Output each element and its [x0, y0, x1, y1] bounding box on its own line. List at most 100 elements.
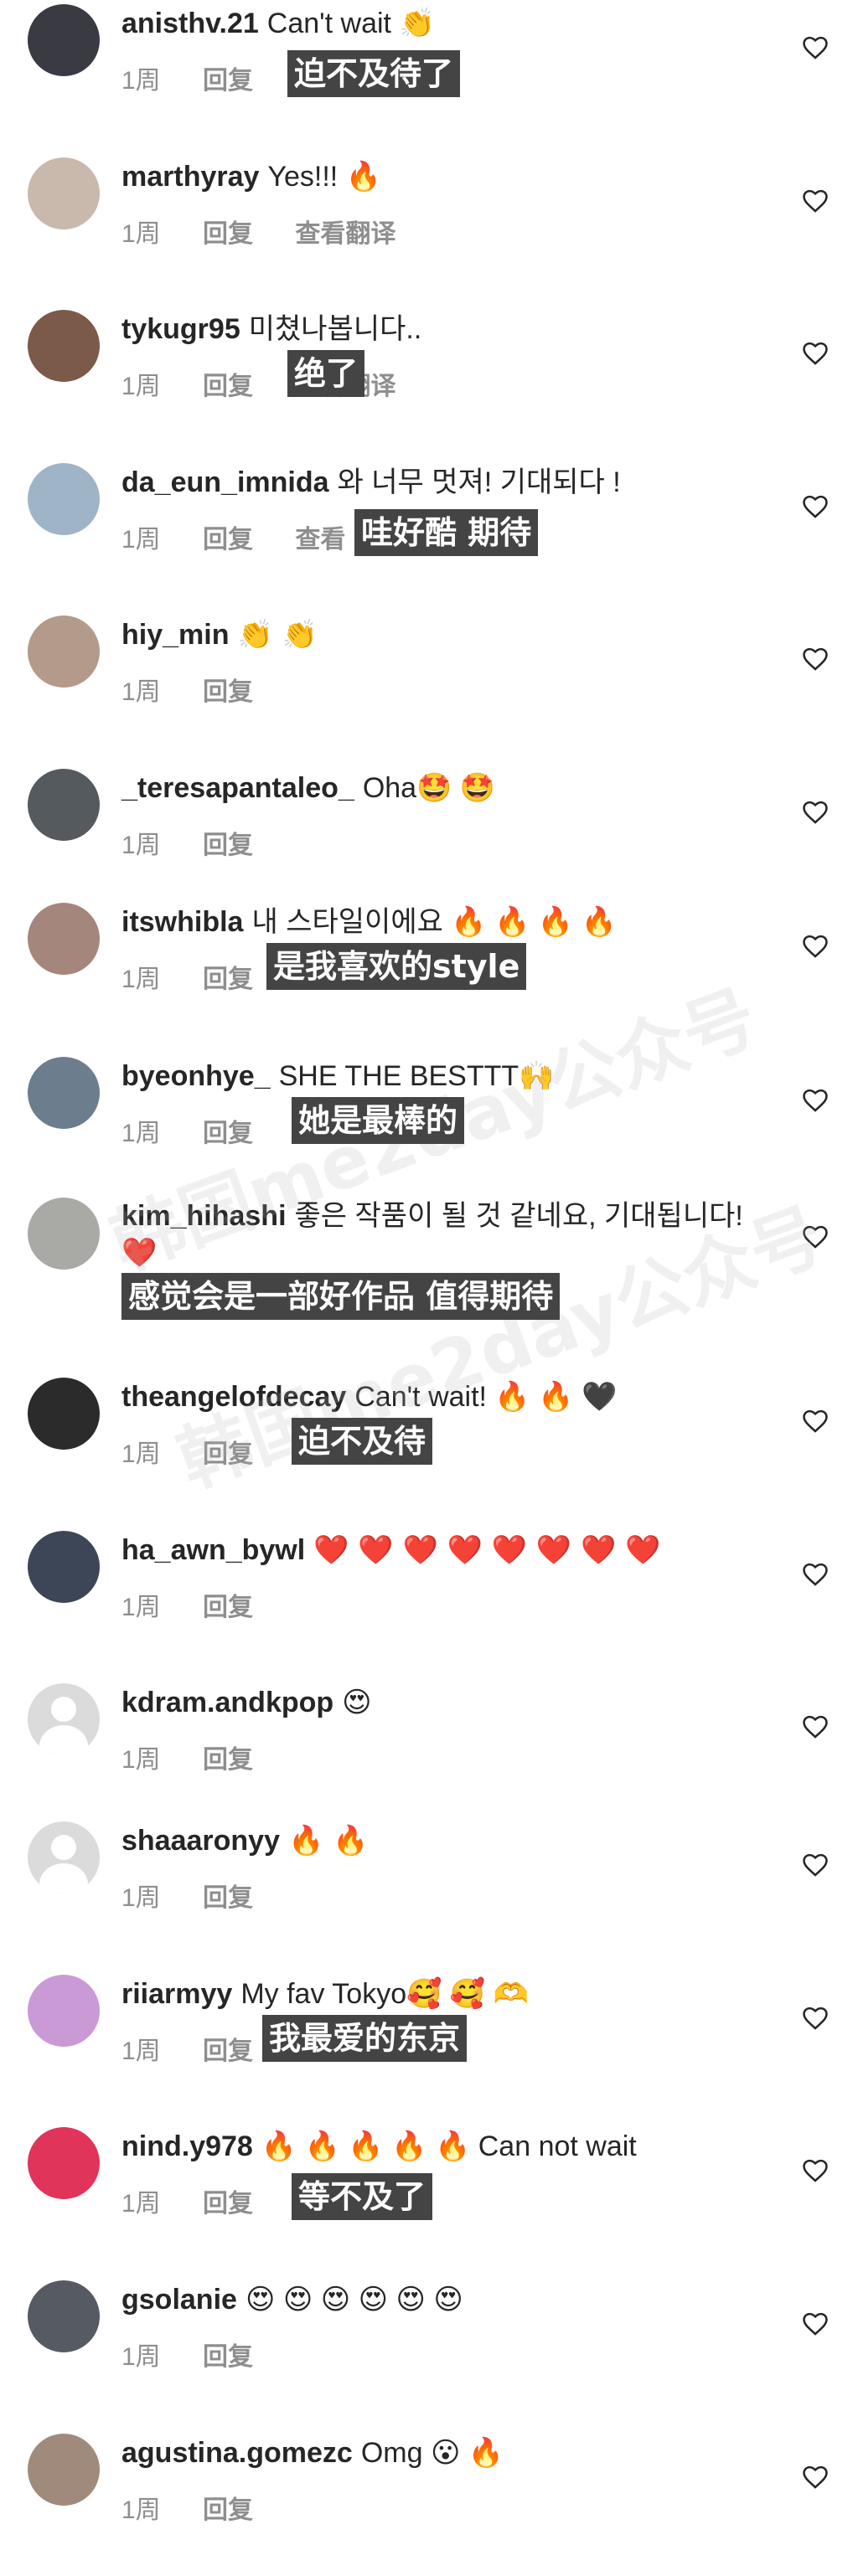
see-translation-link[interactable]: 查看翻译 [295, 213, 395, 250]
timestamp: 1周 [121, 2190, 161, 2218]
comment-item: itswhibla 내 스타일이에요 🔥 🔥 🔥 🔥 1周 回复 是我喜欢的sty… [0, 903, 858, 1045]
reply-button[interactable]: 回复 [203, 1112, 253, 1149]
reply-button[interactable]: 回复 [203, 2182, 253, 2219]
reply-button[interactable]: 回复 [203, 671, 253, 708]
translation-overlay: 等不及了 [292, 2173, 433, 2220]
reply-button[interactable]: 回复 [203, 1739, 253, 1775]
avatar[interactable] [28, 4, 100, 76]
avatar-body-shape [39, 1863, 88, 1893]
username[interactable]: gsolanie [121, 2284, 237, 2316]
username[interactable]: itswhibla [121, 906, 243, 938]
like-heart-icon[interactable] [801, 2310, 830, 2338]
translation-overlay: 绝了 [287, 350, 365, 397]
avatar-placeholder[interactable] [28, 1821, 100, 1893]
comment-meta: 1周 回复 [121, 59, 288, 96]
reply-button[interactable]: 回复 [203, 2489, 253, 2526]
comment-item: ha_awn_bywl ❤️ ❤️ ❤️ ❤️ ❤️ ❤️ ❤️ ❤️ 1周 回复 [0, 1531, 858, 1673]
username[interactable]: tykugr95 [121, 313, 240, 345]
like-heart-icon[interactable] [801, 33, 830, 62]
avatar[interactable] [28, 903, 100, 975]
avatar-head-shape [51, 1697, 76, 1722]
comment-text: theangelofdecay Can't wait! 🔥 🔥 🖤 [121, 1378, 617, 1416]
comment-text: hiy_min 👏 👏 [121, 616, 318, 654]
username[interactable]: marthyray [121, 161, 259, 193]
username[interactable]: agustina.gomezc [121, 2437, 353, 2469]
like-heart-icon[interactable] [801, 2156, 830, 2185]
reply-button[interactable]: 回复 [203, 1877, 253, 1914]
like-heart-icon[interactable] [801, 1560, 830, 1589]
username[interactable]: ha_awn_bywl [121, 1534, 305, 1566]
like-heart-icon[interactable] [801, 1407, 830, 1435]
username[interactable]: nind.y978 [121, 2130, 253, 2162]
reply-button[interactable]: 回复 [203, 2030, 253, 2067]
translation-overlay: 哇好酷 期待 [354, 509, 539, 556]
timestamp: 1周 [121, 67, 161, 95]
like-heart-icon[interactable] [801, 2463, 830, 2491]
timestamp: 1周 [121, 220, 161, 248]
username[interactable]: _teresapantaleo_ [121, 772, 354, 804]
avatar[interactable] [28, 1975, 100, 2047]
like-heart-icon[interactable] [801, 187, 830, 215]
avatar[interactable] [28, 2280, 100, 2352]
reply-button[interactable]: 回复 [203, 2336, 253, 2372]
username[interactable]: anisthv.21 [121, 8, 259, 39]
like-heart-icon[interactable] [801, 2004, 830, 2032]
avatar[interactable] [28, 1198, 100, 1270]
avatar[interactable] [28, 616, 100, 688]
reply-button[interactable]: 回复 [203, 365, 253, 402]
avatar[interactable] [28, 2127, 100, 2199]
translation-overlay: 我最爱的东京 [262, 2015, 468, 2062]
like-heart-icon[interactable] [801, 798, 830, 827]
reply-button[interactable]: 回复 [203, 59, 253, 96]
comment-meta: 1周 回复 查看翻译 [121, 213, 431, 250]
reply-button[interactable]: 回复 [203, 213, 253, 250]
comment-text: gsolanie 😍 😍 😍 😍 😍 😍 [121, 2280, 463, 2319]
reply-button[interactable]: 回复 [203, 1586, 253, 1623]
reply-button[interactable]: 回复 [203, 518, 253, 555]
like-heart-icon[interactable] [801, 492, 830, 521]
username[interactable]: byeonhye_ [121, 1060, 271, 1092]
like-heart-icon[interactable] [801, 1851, 830, 1879]
comment-body: 🔥 🔥 🔥 🔥 🔥 Can not wait [261, 2130, 637, 2162]
comment-item: da_eun_imnida 와 너무 멋져! 기대되다 ! 1周 回复 查看 哇好… [0, 463, 858, 605]
username[interactable]: hiy_min [121, 619, 229, 651]
like-heart-icon[interactable] [801, 1223, 830, 1251]
reply-button[interactable]: 回复 [203, 824, 253, 861]
avatar[interactable] [28, 1057, 100, 1129]
comment-text: kdram.andkpop 😍 [121, 1683, 372, 1722]
timestamp: 1周 [121, 2343, 161, 2371]
avatar[interactable] [28, 1378, 100, 1450]
avatar[interactable] [28, 157, 100, 229]
comment-item: anisthv.21 Can't wait 👏 1周 回复 迫不及待了 [0, 4, 858, 147]
username[interactable]: theangelofdecay [121, 1381, 346, 1413]
comment-body: Can't wait 👏 [266, 8, 435, 39]
avatar[interactable] [28, 463, 100, 535]
comment-text: da_eun_imnida 와 너무 멋져! 기대되다 ! [121, 463, 621, 502]
like-heart-icon[interactable] [801, 932, 830, 961]
like-heart-icon[interactable] [801, 339, 830, 368]
reply-button[interactable]: 回复 [203, 958, 253, 995]
see-translation-link[interactable]: 查看 [295, 518, 345, 555]
username[interactable]: kdram.andkpop [121, 1687, 333, 1718]
avatar[interactable] [28, 769, 100, 841]
like-heart-icon[interactable] [801, 645, 830, 673]
comment-meta: 1周 回复 查看 [121, 518, 380, 555]
avatar-placeholder[interactable] [28, 1683, 100, 1755]
like-heart-icon[interactable] [801, 1713, 830, 1741]
comment-meta: 1周 回复 [121, 671, 288, 708]
comment-body: Oha🤩 🤩 [362, 772, 496, 804]
comment-body: 😍 😍 😍 😍 😍 😍 [245, 2284, 463, 2316]
avatar[interactable] [28, 2434, 100, 2506]
like-heart-icon[interactable] [801, 1086, 830, 1115]
avatar-body-shape [39, 1725, 88, 1755]
comment-item: gsolanie 😍 😍 😍 😍 😍 😍 1周 回复 [0, 2280, 858, 2423]
avatar[interactable] [28, 1531, 100, 1603]
username[interactable]: shaaaronyy [121, 1825, 280, 1857]
username[interactable]: riiarmyy [121, 1978, 232, 2010]
reply-button[interactable]: 回复 [203, 1433, 253, 1470]
avatar[interactable] [28, 310, 100, 382]
username[interactable]: da_eun_imnida [121, 466, 329, 498]
comment-body: 👏 👏 [237, 618, 318, 652]
comment-item: _teresapantaleo_ Oha🤩 🤩 1周 回复 [0, 769, 858, 911]
username[interactable]: kim_hihashi [121, 1200, 287, 1232]
